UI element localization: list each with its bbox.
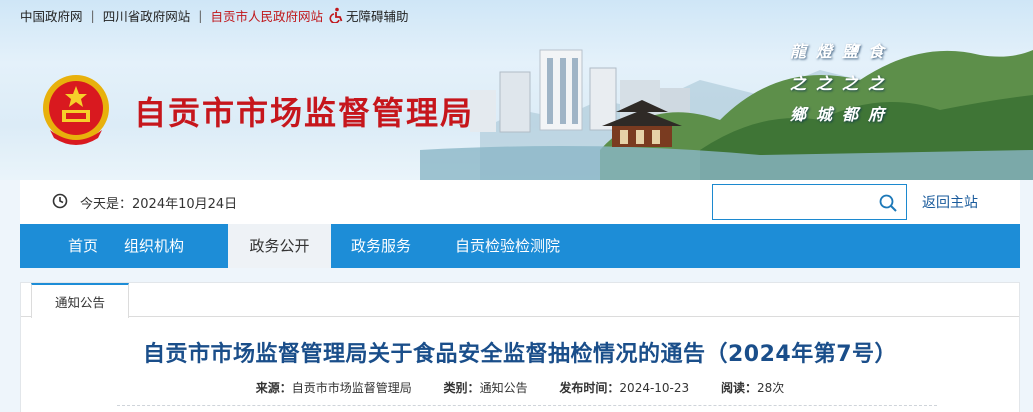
national-emblem-logo	[43, 75, 109, 145]
meta-source: 来源：自贡市市场监督管理局	[256, 381, 412, 395]
meta-reads: 阅读：28次	[721, 381, 784, 395]
search-box	[712, 184, 907, 220]
clock-icon	[52, 193, 68, 209]
meta-source-label: 来源：	[255, 381, 292, 395]
nav-item-gov-services[interactable]: 政务服务	[331, 224, 435, 268]
calligraphy-line-3: 鄉城都府	[790, 105, 895, 124]
main-nav: 首页 组织机构 政务公开 政务服务 自贡检验检测院	[20, 224, 1020, 268]
calligraphy-line-2: 之之之之	[790, 74, 895, 93]
meta-category-label: 类别：	[443, 381, 480, 395]
tab-strip: 通知公告	[21, 283, 1019, 318]
nav-item-gov-affairs-open[interactable]: 政务公开	[228, 224, 331, 268]
article-panel: 通知公告 自贡市市场监督管理局关于食品安全监督抽检情况的通告（2024年第7号）…	[20, 282, 1020, 412]
accessibility-icon[interactable]	[328, 7, 344, 23]
back-to-main-site-link[interactable]: 返回主站	[922, 192, 978, 212]
nav-item-home[interactable]: 首页	[20, 224, 124, 268]
meta-reads-label: 阅读：	[721, 381, 758, 395]
calligraphy-line-1: 龍燈鹽食	[790, 42, 895, 61]
meta-category-value: 通知公告	[479, 381, 528, 395]
nav-item-organization[interactable]: 组织机构	[124, 224, 228, 268]
link-sichuan-gov[interactable]: 四川省政府网站	[103, 6, 191, 25]
meta-source-value: 自贡市市场监督管理局	[291, 381, 412, 395]
search-icon[interactable]	[878, 193, 898, 213]
meta-date-label: 发布时间：	[559, 381, 620, 395]
meta-date-value: 2024-10-23	[619, 381, 690, 395]
link-gov-cn[interactable]: 中国政府网	[20, 6, 83, 25]
nav-item-inspection-institute[interactable]: 自贡检验检测院	[435, 224, 585, 268]
header-banner: 中国政府网 | 四川省政府网站 | 自贡市人民政府网站 无障碍辅助 自贡市市场监…	[0, 0, 1033, 180]
site-title: 自贡市市场监督管理局	[134, 94, 475, 132]
link-zigong-gov[interactable]: 自贡市人民政府网站	[210, 6, 323, 25]
divider	[117, 405, 937, 406]
info-bar: 今天是：2024年10月24日 返回主站	[20, 180, 1020, 224]
search-input[interactable]	[713, 185, 873, 219]
meta-reads-value: 28次	[757, 381, 785, 395]
tab-notices[interactable]: 通知公告	[31, 283, 129, 318]
meta-date: 发布时间：2024-10-23	[559, 381, 689, 395]
divider: |	[198, 7, 203, 23]
current-date: 今天是：2024年10月24日	[80, 197, 238, 212]
top-links-bar: 中国政府网 | 四川省政府网站 | 自贡市人民政府网站 无障碍辅助	[20, 6, 409, 24]
divider: |	[90, 7, 95, 23]
meta-category: 类别：通知公告	[444, 381, 528, 395]
article-meta: 来源：自贡市市场监督管理局 类别：通知公告 发布时间：2024-10-23 阅读…	[21, 379, 1019, 396]
article-title: 自贡市市场监督管理局关于食品安全监督抽检情况的通告（2024年第7号）	[142, 342, 898, 367]
link-accessibility[interactable]: 无障碍辅助	[346, 6, 409, 25]
